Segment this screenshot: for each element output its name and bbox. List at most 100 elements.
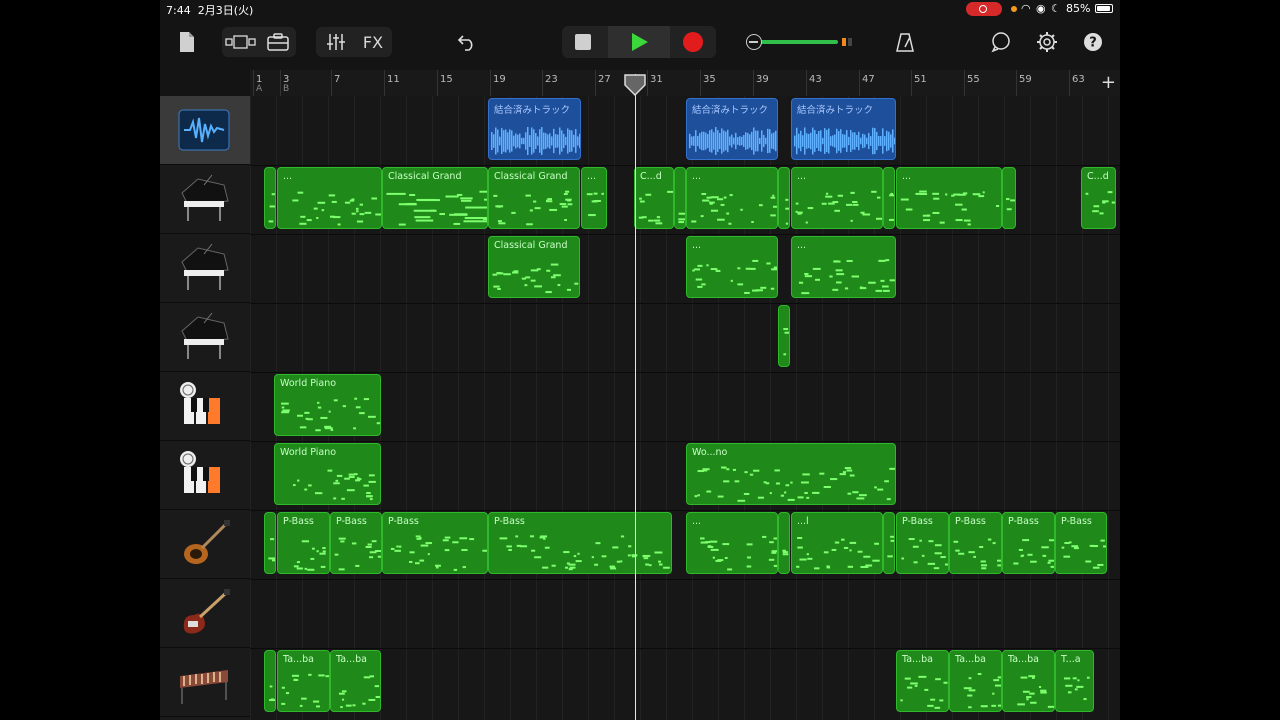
midi-region[interactable]: T...a	[1055, 650, 1094, 712]
track-header-world-piano-2[interactable]	[160, 441, 250, 510]
ruler-bar-number[interactable]: 31	[650, 74, 663, 85]
midi-region[interactable]	[1002, 167, 1016, 229]
midi-region[interactable]	[778, 167, 790, 229]
midi-region[interactable]: P-Bass	[488, 512, 672, 574]
record-button[interactable]	[683, 32, 703, 52]
ruler-bar-number[interactable]: 55	[967, 74, 980, 85]
midi-region[interactable]: World Piano	[274, 374, 381, 436]
midi-region[interactable]: P-Bass	[277, 512, 330, 574]
midi-region[interactable]: ...l	[791, 512, 883, 574]
ruler-bar-number[interactable]: 23	[545, 74, 558, 85]
midi-note	[334, 553, 339, 556]
loop-browser-icon[interactable]	[986, 27, 1016, 57]
volume-knob[interactable]	[746, 34, 762, 50]
track-header-grand-piano-1[interactable]	[160, 165, 250, 234]
midi-region[interactable]: Classical Grand	[488, 167, 580, 229]
midi-region[interactable]: P-Bass	[382, 512, 488, 574]
midi-region[interactable]: Ta...ba	[949, 650, 1002, 712]
track-header-bass-1[interactable]	[160, 510, 250, 579]
tracks-area[interactable]: 結合済みトラック 結合済みトラック 結合済みトラック... Classical Gra…	[250, 96, 1120, 720]
midi-note	[282, 409, 290, 412]
midi-region[interactable]: Classical Grand	[488, 236, 580, 298]
ruler-bar-number[interactable]: 3	[283, 74, 289, 85]
track-header-grand-piano-3[interactable]	[160, 303, 250, 372]
midi-region[interactable]: ...	[277, 167, 382, 229]
midi-region[interactable]: Ta...ba	[277, 650, 330, 712]
master-volume-slider[interactable]	[746, 34, 872, 50]
track-header-bass-2[interactable]	[160, 579, 250, 648]
midi-note	[271, 193, 275, 196]
play-button[interactable]	[608, 26, 670, 58]
ruler-bar-number[interactable]: 15	[440, 74, 453, 85]
audio-region[interactable]: 結合済みトラック	[686, 98, 778, 160]
ruler-bar-number[interactable]: 59	[1019, 74, 1032, 85]
help-icon[interactable]: ?	[1078, 27, 1108, 57]
add-section-button[interactable]: +	[1101, 72, 1116, 93]
midi-region[interactable]: P-Bass	[896, 512, 949, 574]
ruler-bar-number[interactable]: 7	[334, 74, 340, 85]
midi-region[interactable]: P-Bass	[330, 512, 382, 574]
ruler-bar-number[interactable]: 43	[809, 74, 822, 85]
stop-button[interactable]	[575, 34, 591, 50]
playhead-handle-icon[interactable]	[623, 73, 647, 97]
midi-region[interactable]: C...d	[1081, 167, 1116, 229]
midi-region[interactable]: Wo...no	[686, 443, 896, 505]
ruler-bar-number[interactable]: 63	[1072, 74, 1085, 85]
undo-icon[interactable]	[452, 27, 482, 57]
fx-button[interactable]: FX	[358, 27, 388, 57]
midi-region[interactable]: ...	[791, 167, 883, 229]
midi-note	[819, 472, 825, 475]
track-header-audio[interactable]	[160, 96, 250, 165]
midi-region[interactable]: P-Bass	[1055, 512, 1107, 574]
track-header-marimba[interactable]	[160, 648, 250, 717]
midi-region[interactable]	[264, 512, 276, 574]
midi-region[interactable]: Ta...ba	[896, 650, 949, 712]
midi-region[interactable]: ...	[686, 167, 778, 229]
mic-indicator-icon	[1011, 6, 1017, 12]
audio-region[interactable]: 結合済みトラック	[791, 98, 896, 160]
my-songs-icon[interactable]	[174, 27, 200, 57]
midi-region[interactable]: Ta...ba	[330, 650, 381, 712]
ruler-bar-number[interactable]: 51	[914, 74, 927, 85]
playhead[interactable]	[635, 74, 636, 720]
metronome-icon[interactable]	[890, 27, 920, 57]
midi-region[interactable]: ...	[791, 236, 896, 298]
tracks-view-icon[interactable]	[222, 27, 260, 57]
midi-note	[871, 190, 877, 193]
midi-note	[932, 192, 940, 195]
browser-icon[interactable]	[263, 27, 293, 57]
midi-region[interactable]	[264, 167, 276, 229]
midi-region[interactable]: P-Bass	[949, 512, 1002, 574]
midi-region[interactable]: P-Bass	[1002, 512, 1055, 574]
mixer-icon[interactable]	[320, 27, 352, 57]
audio-region[interactable]: 結合済みトラック	[488, 98, 581, 160]
ruler-bar-number[interactable]: 27	[598, 74, 611, 85]
midi-region[interactable]: ...	[896, 167, 1002, 229]
ruler-bar-number[interactable]: 39	[756, 74, 769, 85]
midi-region[interactable]	[883, 512, 895, 574]
ruler-bar-number[interactable]: 19	[493, 74, 506, 85]
section-b-label[interactable]: B	[283, 84, 289, 94]
midi-region[interactable]: ...	[581, 167, 607, 229]
midi-region[interactable]	[264, 650, 276, 712]
midi-region[interactable]: World Piano	[274, 443, 381, 505]
midi-region[interactable]	[778, 512, 790, 574]
screen-recording-icon[interactable]	[966, 2, 1002, 16]
midi-region[interactable]: C...d	[634, 167, 674, 229]
track-header-grand-piano-2[interactable]	[160, 234, 250, 303]
ruler-bar-number[interactable]: 1	[256, 74, 262, 85]
ruler-bar-number[interactable]: 47	[862, 74, 875, 85]
ruler-bar-number[interactable]: 35	[703, 74, 716, 85]
midi-region[interactable]: ...	[686, 512, 778, 574]
midi-region[interactable]	[778, 305, 790, 367]
settings-gear-icon[interactable]	[1032, 27, 1062, 57]
midi-region[interactable]: Classical Grand	[382, 167, 488, 229]
track-header-world-piano-1[interactable]	[160, 372, 250, 441]
midi-region[interactable]: ...	[686, 236, 778, 298]
midi-region[interactable]	[674, 167, 686, 229]
ruler-bar-number[interactable]: 11	[387, 74, 400, 85]
midi-region[interactable]	[883, 167, 895, 229]
midi-region[interactable]: Ta...ba	[1002, 650, 1055, 712]
section-a-label[interactable]: A	[256, 84, 262, 94]
timeline-ruler[interactable]: A B + 1 3 7 11 15 19 23 27 31 35 39 43 47 51 55 59 63	[250, 70, 1120, 97]
